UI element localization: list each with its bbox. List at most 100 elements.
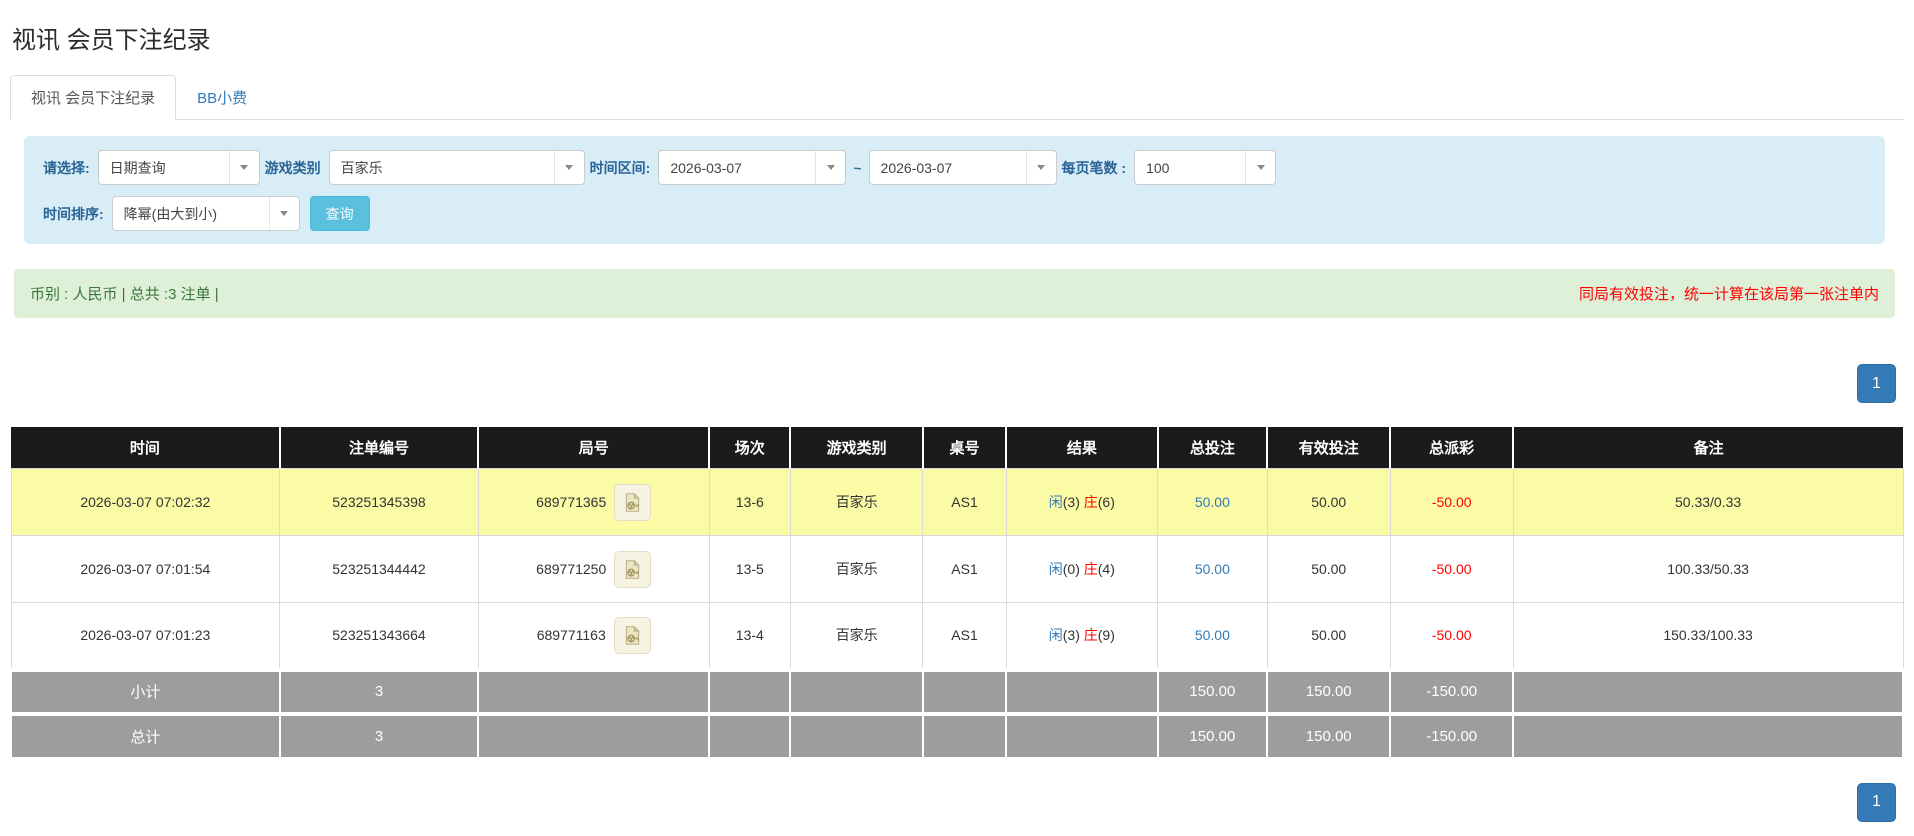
sort-order-label: 时间排序: (43, 205, 104, 222)
time-cell: 2026-03-07 07:02:32 (10, 468, 281, 536)
empty-cell (1005, 667, 1159, 715)
result-banker-score: (6) (1097, 494, 1115, 510)
page-title: 视讯 会员下注纪录 (12, 27, 211, 54)
subtotal-row: 小计 3 150.00 150.00 -150.00 (10, 667, 1904, 715)
valid-bet-cell: 50.00 (1266, 602, 1391, 670)
empty-cell (708, 667, 792, 715)
total-payout: -150.00 (1389, 711, 1515, 759)
video-file-icon (626, 559, 640, 579)
game-type-select[interactable]: 百家乐 (328, 150, 585, 185)
empty-cell (477, 667, 711, 715)
empty-cell (789, 667, 924, 715)
payout-cell: -50.00 (1389, 602, 1514, 670)
subtotal-count: 3 (278, 667, 480, 715)
round-id-text: 689771365 (536, 494, 607, 510)
game-type-select-value: 百家乐 (340, 159, 383, 176)
chevron-down-icon (228, 151, 259, 184)
time-cell: 2026-03-07 07:01:54 (10, 535, 281, 603)
result-banker-score: (4) (1097, 561, 1115, 577)
empty-cell (921, 711, 1008, 759)
pagination-top: 1 (10, 364, 1896, 403)
video-replay-button[interactable] (614, 483, 652, 521)
total-bet-cell: 50.00 (1157, 468, 1268, 536)
game-type-cell: 百家乐 (789, 535, 924, 603)
total-bet-link[interactable]: 50.00 (1195, 494, 1230, 510)
result-banker-label: 庄 (1083, 561, 1098, 577)
payout-cell: -50.00 (1389, 468, 1514, 536)
round-id-cell: 689771163 (477, 602, 710, 670)
session-cell: 13-5 (708, 535, 791, 603)
bet-id-cell: 523251343664 (279, 602, 479, 670)
chevron-down-icon (1245, 151, 1276, 184)
page-size-value: 100 (1146, 159, 1170, 176)
date-from-value: 2026-03-07 (670, 159, 742, 176)
filter-row-2: 时间排序: 降幂(由大到小) 查询 (38, 196, 1871, 231)
col-header-time: 时间 (11, 427, 281, 469)
filter-panel: 请选择: 日期查询 游戏类别 百家乐 时间区间: 2026-03-07 ~ 20… (24, 136, 1885, 244)
total-count: 3 (278, 711, 480, 759)
date-to-select[interactable]: 2026-03-07 (868, 150, 1057, 185)
search-button[interactable]: 查询 (309, 196, 370, 231)
header-row: 时间 注单编号 局号 场次 游戏类别 桌号 结果 总投注 有效投注 总派彩 备注 (11, 427, 1903, 469)
col-header-game-type: 游戏类别 (790, 427, 924, 469)
table-row: 2026-03-07 07:01:23 523251343664 6897711… (10, 602, 1904, 670)
page-1-button[interactable]: 1 (1857, 782, 1896, 822)
col-header-bet-id: 注单编号 (279, 427, 480, 469)
tab-bar: 视讯 会员下注纪录 BB小费 (10, 75, 1904, 120)
total-bet-cell: 50.00 (1157, 602, 1268, 670)
currency-total-text: 币别 : 人民币 | 总共 :3 注单 | (30, 286, 219, 303)
subtotal-label: 小计 (10, 667, 281, 715)
total-row: 总计 3 150.00 150.00 -150.00 (10, 711, 1904, 759)
payout-cell: -50.00 (1389, 535, 1514, 603)
video-file-icon (626, 492, 640, 512)
summary-notice-bar: 币别 : 人民币 | 总共 :3 注单 | 同局有效投注，统一计算在该局第一张注… (14, 269, 1895, 318)
tab-betting-records[interactable]: 视讯 会员下注纪录 (10, 75, 177, 120)
chevron-down-icon (1025, 151, 1056, 184)
table-body: 2026-03-07 07:02:32 523251345398 6897713… (10, 468, 1904, 759)
date-range-separator: ~ (853, 159, 862, 176)
bet-id-cell: 523251345398 (279, 468, 479, 536)
table-no-cell: AS1 (922, 468, 1007, 536)
session-cell: 13-4 (708, 602, 791, 670)
subtotal-total-bet: 150.00 (1156, 667, 1269, 715)
remark-cell: 150.33/100.33 (1512, 602, 1904, 670)
total-bet-cell: 50.00 (1157, 535, 1268, 603)
result-cell: 闲(3) 庄(9) (1005, 602, 1159, 670)
result-player-score: (0) (1062, 561, 1080, 577)
remark-cell: 50.33/0.33 (1512, 468, 1904, 536)
col-header-table-no: 桌号 (922, 427, 1008, 469)
valid-bet-rule-text: 同局有效投注，统一计算在该局第一张注单内 (1578, 286, 1879, 303)
chevron-down-icon (815, 151, 846, 184)
game-type-label: 游戏类别 (264, 159, 321, 176)
round-id-cell: 689771250 (477, 535, 710, 603)
mode-select[interactable]: 日期查询 (97, 150, 260, 185)
total-label: 总计 (10, 711, 281, 759)
date-from-select[interactable]: 2026-03-07 (658, 150, 847, 185)
video-replay-button[interactable] (614, 550, 652, 588)
game-type-cell: 百家乐 (789, 602, 924, 670)
sort-order-value: 降幂(由大到小) (123, 205, 217, 222)
pagination-bottom: 1 (10, 782, 1896, 822)
empty-cell (1512, 711, 1904, 759)
video-replay-button[interactable] (613, 616, 651, 654)
round-id-text: 689771163 (536, 627, 606, 644)
table-no-cell: AS1 (922, 535, 1007, 603)
page-size-select[interactable]: 100 (1134, 150, 1277, 185)
col-header-payout: 总派彩 (1390, 427, 1515, 469)
total-bet-link[interactable]: 50.00 (1195, 561, 1230, 577)
result-player-score: (3) (1062, 494, 1080, 510)
date-range-label: 时间区间: (589, 159, 651, 176)
col-header-total-bet: 总投注 (1157, 427, 1269, 469)
date-to-value: 2026-03-07 (880, 159, 953, 176)
tab-bb-tip[interactable]: BB小费 (176, 75, 268, 120)
bet-id-cell: 523251344442 (279, 535, 479, 603)
col-header-result: 结果 (1006, 427, 1159, 469)
col-header-remark: 备注 (1513, 427, 1903, 469)
sort-order-select[interactable]: 降幂(由大到小) (111, 196, 300, 231)
result-cell: 闲(3) 庄(6) (1005, 468, 1159, 536)
session-cell: 13-6 (708, 468, 791, 536)
page-1-button[interactable]: 1 (1857, 364, 1896, 403)
empty-cell (708, 711, 792, 759)
total-bet-link[interactable]: 50.00 (1195, 627, 1230, 643)
time-cell: 2026-03-07 07:01:23 (10, 602, 281, 670)
